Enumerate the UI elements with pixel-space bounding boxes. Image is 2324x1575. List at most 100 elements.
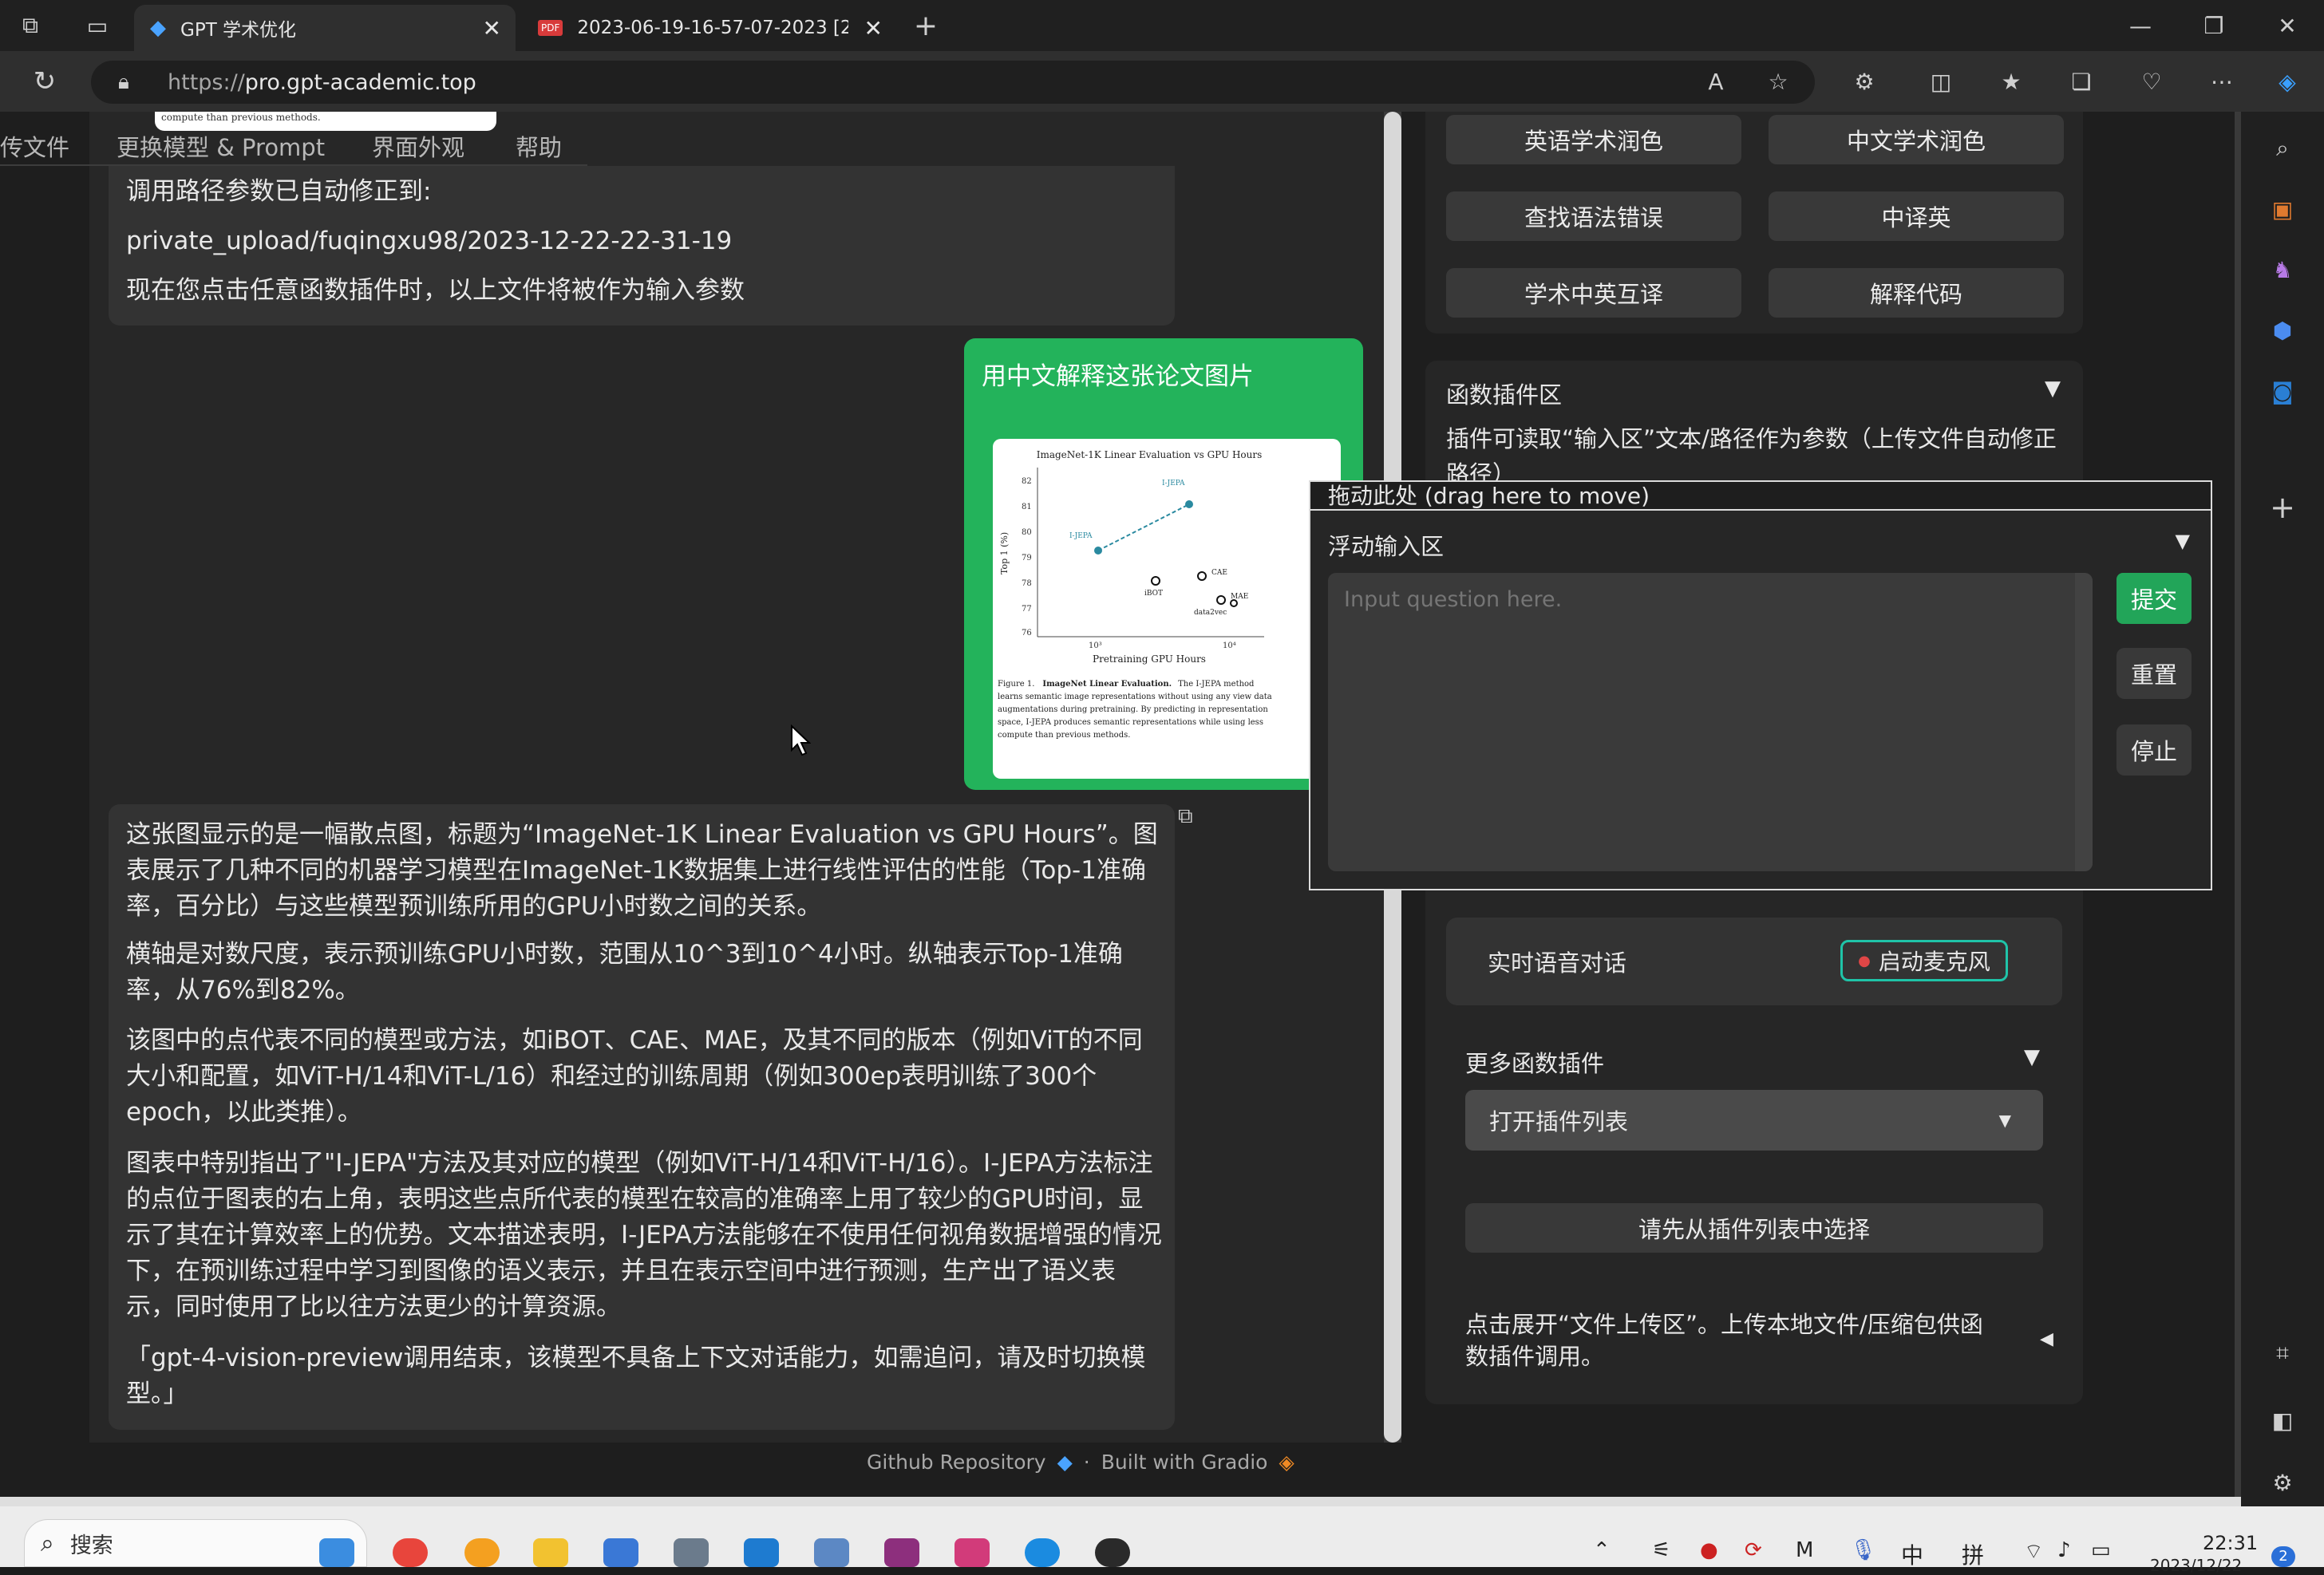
tray-icon[interactable]: ⟳ xyxy=(1745,1538,1762,1562)
nav-tab-appearance[interactable]: 界面外观 xyxy=(372,129,464,163)
drag-handle[interactable]: 拖动此处 (drag here to move) xyxy=(1310,482,2211,511)
start-mic-button[interactable]: ● 启动麦克风 xyxy=(1840,940,2008,981)
tab-gpt-academic[interactable]: ◆ GPT 学术优化 ✕ xyxy=(134,5,516,51)
upload-area-hint[interactable]: 点击展开“文件上传区”。上传本地文件/压缩包供函数插件调用。 xyxy=(1465,1309,1992,1372)
gradio-link[interactable]: Built with Gradio xyxy=(1101,1451,1268,1474)
tray-icon[interactable]: M xyxy=(1796,1538,1813,1562)
office-icon[interactable]: ⬢ xyxy=(2262,310,2303,351)
svg-text:77: 77 xyxy=(1022,605,1032,614)
file-explorer-icon[interactable] xyxy=(533,1538,568,1567)
chinese-polish-button[interactable]: 中文学术润色 xyxy=(1769,115,2064,164)
calculator-icon[interactable] xyxy=(674,1538,709,1567)
url-host: pro.gpt-academic.top xyxy=(244,69,476,95)
plugin-area-title: 函数插件区 xyxy=(1446,381,1563,409)
tray-icon[interactable]: ⚟ xyxy=(1652,1538,1670,1562)
tab-actions-icon[interactable]: ▭ xyxy=(77,5,118,46)
extensions-icon[interactable]: ⚙ xyxy=(1844,61,1885,102)
obs-icon[interactable] xyxy=(1095,1538,1130,1567)
app-icon[interactable] xyxy=(955,1538,990,1567)
tab-pdf[interactable]: PDF 2023-06-19-16-57-07-2023 [230 ✕ xyxy=(522,5,894,51)
edge-icon[interactable] xyxy=(1025,1538,1060,1567)
copilot-app-icon[interactable] xyxy=(319,1538,354,1567)
close-window-icon[interactable]: ✕ xyxy=(2267,5,2308,46)
vscode-icon[interactable] xyxy=(744,1538,779,1567)
add-sidebar-app-icon[interactable]: + xyxy=(2262,487,2303,528)
question-input[interactable] xyxy=(1328,573,2093,871)
outlook-icon[interactable]: ◙ xyxy=(2262,370,2303,412)
nav-tab-help[interactable]: 帮助 xyxy=(516,129,562,163)
notepad-icon[interactable] xyxy=(603,1538,638,1567)
submit-button[interactable]: 提交 xyxy=(2116,573,2192,624)
split-screen-icon[interactable]: ◫ xyxy=(1920,61,1962,102)
page-scrollbar[interactable] xyxy=(2235,112,2241,1506)
app-icon[interactable] xyxy=(884,1538,919,1567)
grammar-check-button[interactable]: 查找语法错误 xyxy=(1446,191,1741,241)
url-field[interactable]: 🔒︎ https:// pro.gpt-academic.top xyxy=(91,61,1815,104)
float-collapse-triangle-icon[interactable]: ▼ xyxy=(2176,530,2190,552)
favorite-star-icon[interactable]: ☆ xyxy=(1757,61,1799,102)
workspaces-icon[interactable]: ⧉ xyxy=(10,5,51,46)
more-menu-icon[interactable]: ⋯ xyxy=(2201,61,2243,102)
clock-time[interactable]: 22:31 xyxy=(2203,1532,2258,1554)
health-icon[interactable]: ♡ xyxy=(2131,61,2172,102)
more-plugins-triangle-icon[interactable]: ▼ xyxy=(2024,1045,2040,1069)
nav-label: 界面外观 xyxy=(372,134,465,161)
search-icon[interactable]: ⌕ xyxy=(2262,128,2303,169)
tray-chevron-icon[interactable]: ⌃ xyxy=(1593,1538,1611,1562)
voice-chat-label: 实时语音对话 xyxy=(1488,949,1627,977)
figure-caption: Figure 1. ImageNet Linear Evaluation. The … xyxy=(998,680,1272,740)
gpt-favicon-icon: ◆ xyxy=(150,16,166,40)
academic-translate-button[interactable]: 学术中英互译 xyxy=(1446,268,1741,318)
nav-tab-upload[interactable]: 传文件 xyxy=(0,129,69,163)
ime-input[interactable]: 拼 xyxy=(1962,1538,1984,1570)
close-tab-icon[interactable]: ✕ xyxy=(483,15,501,41)
new-tab-icon[interactable]: + xyxy=(905,5,947,46)
sidebar-toggle-icon[interactable]: ◧ xyxy=(2262,1399,2303,1441)
collapse-triangle-icon[interactable]: ▼ xyxy=(2045,377,2061,401)
expand-left-triangle-icon[interactable]: ◀ xyxy=(2040,1329,2053,1349)
paper-figure-image[interactable]: ImageNet-1K Linear Evaluation vs GPU Hou… xyxy=(993,439,1341,779)
textarea-scrollbar[interactable] xyxy=(2075,573,2093,871)
files-icon[interactable] xyxy=(814,1538,849,1567)
select-plugin-button[interactable]: 请先从插件列表中选择 xyxy=(1465,1203,2043,1253)
games-icon[interactable]: ♞ xyxy=(2262,249,2303,290)
copilot-icon[interactable]: ◈ xyxy=(2267,61,2308,102)
search-icon: ⌕ xyxy=(41,1529,54,1557)
minimize-icon[interactable]: — xyxy=(2120,5,2161,46)
explain-code-button[interactable]: 解释代码 xyxy=(1769,268,2064,318)
tray-icon[interactable]: ● xyxy=(1700,1538,1718,1562)
ime-mode[interactable]: 中 xyxy=(1901,1538,1923,1570)
tab-title: 2023-06-19-16-57-07-2023 [230 xyxy=(577,18,849,38)
restore-icon[interactable]: ❐ xyxy=(2193,5,2235,46)
read-aloud-icon[interactable]: A xyxy=(1695,61,1737,102)
nav-tab-model-prompt[interactable]: 更换模型 & Prompt xyxy=(117,129,325,163)
taskbar-search[interactable]: ⌕ 搜索 xyxy=(24,1519,367,1567)
notification-badge[interactable]: 2 xyxy=(2271,1546,2295,1567)
microphone-icon[interactable]: 🎙︎ xyxy=(1850,1538,1876,1562)
battery-icon[interactable]: ▭ xyxy=(2091,1538,2111,1562)
wifi-icon[interactable]: ⌔ xyxy=(2024,1538,2043,1565)
volume-icon[interactable]: ♪ xyxy=(2057,1538,2071,1562)
collections-icon[interactable]: ❏ xyxy=(2061,61,2102,102)
github-link[interactable]: Github Repository xyxy=(867,1451,1046,1474)
tools-icon[interactable]: ▣ xyxy=(2262,188,2303,230)
english-polish-button[interactable]: 英语学术润色 xyxy=(1446,115,1741,164)
settings-gear-icon[interactable]: ⚙ xyxy=(2262,1462,2303,1503)
lock-icon: 🔒︎ xyxy=(118,69,129,94)
stop-button[interactable]: 停止 xyxy=(2116,724,2192,776)
refresh-icon[interactable]: ↻ xyxy=(24,61,65,102)
svg-text:78: 78 xyxy=(1022,579,1032,588)
favorites-icon[interactable]: ★ xyxy=(1990,61,2032,102)
search-app-icon[interactable] xyxy=(464,1538,500,1567)
ibot-point xyxy=(1151,576,1160,586)
plugin-list-dropdown[interactable]: 打开插件列表 ▼ xyxy=(1465,1090,2043,1151)
ijepa-label: I-JEPA xyxy=(1162,480,1185,488)
chrome-icon[interactable] xyxy=(393,1538,428,1567)
reset-button[interactable]: 重置 xyxy=(2116,648,2192,699)
screenshot-icon[interactable]: ⌗ xyxy=(2262,1332,2303,1374)
zh-to-en-button[interactable]: 中译英 xyxy=(1769,191,2064,241)
svg-text:space, I-JEPA produces semanti: space, I-JEPA produces semantic represen… xyxy=(998,718,1263,727)
copy-icon[interactable]: ⧉ xyxy=(1178,804,1202,828)
clock-date[interactable]: 2023/12/22 xyxy=(2150,1556,2242,1575)
close-tab-icon[interactable]: ✕ xyxy=(864,15,883,41)
